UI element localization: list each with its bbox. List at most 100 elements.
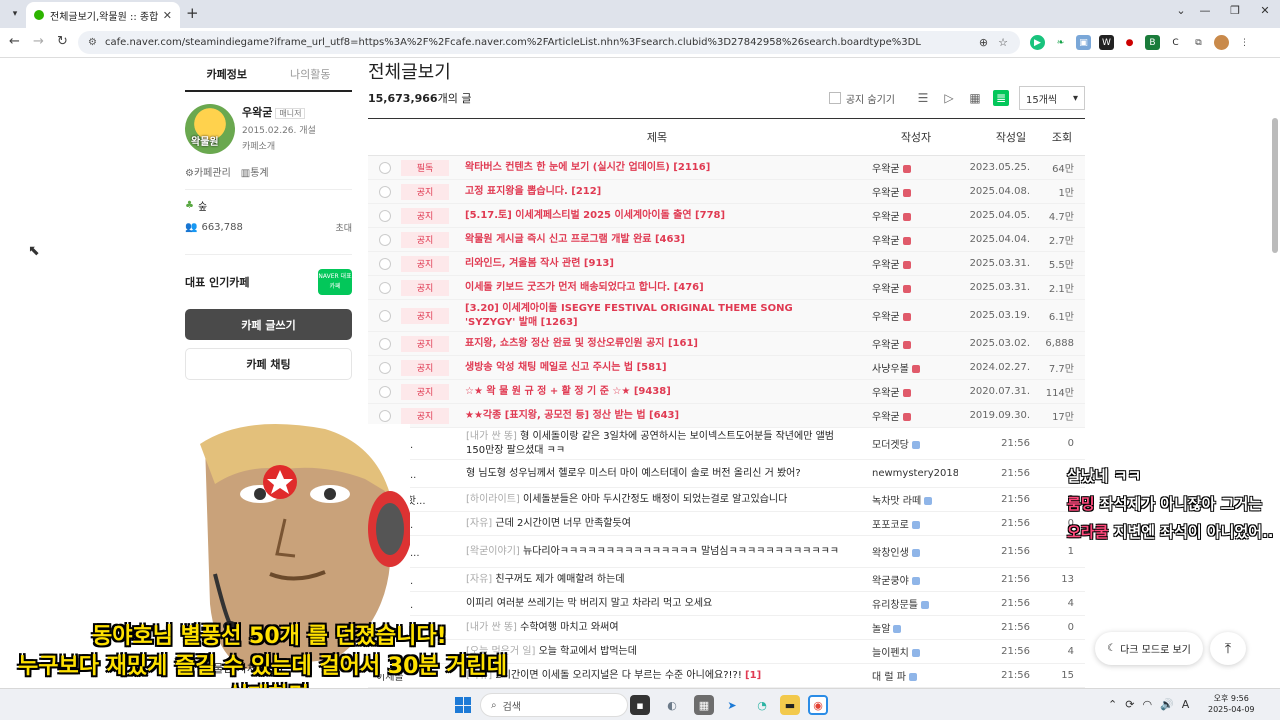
video-view-icon[interactable]: ▷ bbox=[941, 90, 957, 106]
close-icon[interactable]: ✕ bbox=[163, 9, 172, 22]
profile-avatar-icon[interactable] bbox=[1214, 35, 1229, 50]
image-extension-icon[interactable]: ▣ bbox=[1076, 35, 1091, 50]
notice-row[interactable]: 공지 ★★각종 [표지왕, 공모전 등] 정산 받는 법 [643] 우왁굳 2019… bbox=[368, 404, 1085, 428]
post-writer[interactable]: newmystery2018 bbox=[872, 468, 958, 479]
post-writer[interactable]: 놀알 bbox=[872, 620, 958, 635]
notice-row[interactable]: 공지 ☆★ 왁 물 원 규 정 + 활 정 기 준 ☆★ [9438] 우왁굳 202… bbox=[368, 380, 1085, 404]
notice-row[interactable]: 공지 이세돌 키보드 굿즈가 먼저 배송되었다고 합니다. [476] 우왁굳 202… bbox=[368, 276, 1085, 300]
address-bar[interactable]: ⚙ cafe.naver.com/steamindiegame?iframe_u… bbox=[78, 31, 1020, 54]
notice-row[interactable]: 공지 왁물원 게시글 즉시 신고 프로그램 개발 완료 [463] 우왁굳 2025.… bbox=[368, 228, 1085, 252]
post-title-link[interactable]: 이피리 여러분 쓰레기는 막 버리지 말고 차라리 먹고 오세요 bbox=[466, 597, 846, 611]
post-writer[interactable]: 우왁굳 bbox=[872, 208, 958, 223]
row-select-checkbox[interactable] bbox=[379, 409, 391, 422]
table-row[interactable]: 이세돌...[자유] 친구꺼도 제가 예매할려 하는데왁굳쿵야21:5613 bbox=[368, 568, 1085, 592]
post-writer[interactable]: 대 럴 파 bbox=[872, 668, 958, 683]
write-post-button[interactable]: 카페 글쓰기 bbox=[185, 309, 352, 340]
browser-tab[interactable]: 전체글보기,왁물원 :: 종합 거시 ✕ bbox=[26, 2, 180, 28]
notice-row[interactable]: 공지 [5.17.토] 이세계페스티벌 2025 이세계아이돌 출연 [778] 우… bbox=[368, 204, 1085, 228]
per-page-select[interactable]: 15개씩 ▾ bbox=[1019, 86, 1085, 110]
tab-my-activity[interactable]: 나의활동 bbox=[269, 66, 353, 82]
post-writer[interactable]: 우왁굳 bbox=[872, 256, 958, 271]
member-count[interactable]: 663,788 bbox=[201, 222, 242, 233]
post-title-link[interactable]: ★★각종 [표지왕, 공모전 등] 정산 받는 법 [643] bbox=[465, 409, 845, 423]
language-icon[interactable]: A bbox=[1182, 698, 1190, 711]
grid-view-icon[interactable]: ▦ bbox=[967, 90, 983, 106]
post-title-link[interactable]: [왁굳이야기] 뉴다리아ㅋㅋㅋㅋㅋㅋㅋㅋㅋㅋㅋㅋㅋㅋㅋ 말넘심ㅋㅋㅋㅋㅋㅋㅋㅋㅋ… bbox=[466, 545, 846, 559]
hide-notice-checkbox[interactable]: 공지 숨기기 bbox=[828, 91, 895, 106]
bookmark-star-icon[interactable]: ☆ bbox=[998, 36, 1008, 49]
checkbox-icon[interactable] bbox=[828, 92, 841, 104]
cafe-chat-button[interactable]: 카페 채팅 bbox=[185, 348, 352, 380]
reload-icon[interactable]: ↻ bbox=[57, 34, 68, 49]
table-row[interactable]: 왁 굳 이...[왁굳이야기] 뉴다리아ㅋㅋㅋㅋㅋㅋㅋㅋㅋㅋㅋㅋㅋㅋㅋ 말넘심ㅋ… bbox=[368, 536, 1085, 568]
post-title-link[interactable]: [자유] 2시간이면 이세돌 오리지널은 다 부르는 수준 아니에요?!?! [… bbox=[466, 669, 846, 683]
tab-search-icon[interactable]: ▾ bbox=[6, 5, 24, 23]
edge-icon[interactable]: ◔ bbox=[752, 695, 772, 715]
post-writer[interactable]: 포포코로 bbox=[872, 516, 958, 531]
back-icon[interactable]: ← bbox=[9, 34, 20, 49]
page-scrollbar[interactable] bbox=[1272, 118, 1278, 253]
badge-extension-icon[interactable]: B bbox=[1145, 35, 1160, 50]
leaf-extension-icon[interactable]: ❧ bbox=[1053, 35, 1068, 50]
cafe-name[interactable]: 우왁굳 bbox=[242, 106, 272, 119]
c-extension-icon[interactable]: C bbox=[1168, 35, 1183, 50]
notice-row[interactable]: 공지 [3.20] 이세계아이돌 ISEGYE FESTIVAL ORIGINAL… bbox=[368, 300, 1085, 332]
sticky-app-icon[interactable]: ◐ bbox=[662, 695, 682, 715]
taskbar-clock[interactable]: 오후 9:56 2025-04-09 bbox=[1208, 693, 1255, 715]
new-tab-icon[interactable]: + bbox=[186, 4, 199, 22]
row-select-checkbox[interactable] bbox=[379, 185, 391, 198]
chevron-up-icon[interactable]: ⌃ bbox=[1108, 698, 1117, 711]
notice-row[interactable]: 공지 리와인드, 겨울봄 작사 관련 [913] 우왁굳 2025.03.31. 5.5… bbox=[368, 252, 1085, 276]
zoom-icon[interactable]: ⊕ bbox=[979, 36, 988, 49]
post-writer[interactable]: 왁창인생 bbox=[872, 544, 958, 559]
post-writer[interactable]: 유리창문틀 bbox=[872, 596, 958, 611]
taskbar-search[interactable]: ⌕ 검색 bbox=[480, 693, 628, 717]
table-row[interactable]: [내가 싼 똥] 수학여행 마치고 와써여 놀알 21:56 0 bbox=[368, 616, 1085, 640]
row-select-checkbox[interactable] bbox=[379, 361, 391, 374]
post-writer[interactable]: 사냥우볼 bbox=[872, 360, 958, 375]
post-title-link[interactable]: [3.20] 이세계아이돌 ISEGYE FESTIVAL ORIGINAL T… bbox=[465, 302, 845, 330]
post-writer[interactable]: 우왁굳 bbox=[872, 336, 958, 351]
row-select-checkbox[interactable] bbox=[379, 257, 391, 270]
post-title-link[interactable]: 왁타버스 컨텐츠 한 눈에 보기 (실시간 업데이트) [2116] bbox=[465, 161, 845, 175]
post-title-link[interactable]: 이세돌 키보드 굿즈가 먼저 배송되었다고 합니다. [476] bbox=[465, 281, 845, 295]
cafe-manage-link[interactable]: ⚙카페관리 bbox=[185, 164, 231, 179]
windows-start-icon[interactable] bbox=[455, 697, 471, 713]
wd-extension-icon[interactable]: W bbox=[1099, 35, 1114, 50]
post-writer[interactable]: 늘이펜치 bbox=[872, 644, 958, 659]
volume-icon[interactable]: 🔊 bbox=[1160, 698, 1174, 711]
post-title-link[interactable]: 리와인드, 겨울봄 작사 관련 [913] bbox=[465, 257, 845, 271]
row-select-checkbox[interactable] bbox=[379, 309, 391, 322]
record-extension-icon[interactable]: ● bbox=[1122, 35, 1137, 50]
tab-cafe-info[interactable]: 카페정보 bbox=[185, 66, 269, 82]
notice-row[interactable]: 공지 고정 표지왕을 뽑습니다. [212] 우왁굳 2025.04.08. 1만 bbox=[368, 180, 1085, 204]
close-window-icon[interactable]: ✕ bbox=[1250, 4, 1280, 17]
forward-icon[interactable]: → bbox=[33, 34, 44, 49]
restore-icon[interactable]: ❐ bbox=[1220, 4, 1250, 17]
row-select-checkbox[interactable] bbox=[379, 337, 391, 350]
comment-count[interactable]: [1] bbox=[745, 670, 761, 681]
pin-app-icon[interactable]: ➤ bbox=[722, 695, 742, 715]
post-writer[interactable]: 왁굳쿵야 bbox=[872, 572, 958, 587]
chrome-icon[interactable]: ◉ bbox=[808, 695, 828, 715]
post-title-link[interactable]: [내가 싼 똥] 수학여행 마치고 와써여 bbox=[466, 621, 846, 635]
cafe-logo[interactable]: 왁물원 bbox=[185, 104, 235, 154]
post-title-link[interactable]: 왁물원 게시글 즉시 신고 프로그램 개발 완료 [463] bbox=[465, 233, 845, 247]
site-info-icon[interactable]: ⚙ bbox=[88, 37, 97, 48]
scroll-top-button[interactable]: ⤒ bbox=[1210, 632, 1246, 665]
card-view-icon[interactable]: ≣ bbox=[993, 90, 1009, 106]
table-row[interactable]: 자유게...[내가 싼 똥] 형 이세돌이랑 같은 3일차에 공연하시는 보이넥… bbox=[368, 428, 1085, 460]
invite-link[interactable]: 초대 bbox=[335, 221, 352, 234]
table-row[interactable]: 형 이거...형 님도형 성우님께서 헬로우 미스터 마이 예스터데이 솔로 버… bbox=[368, 460, 1085, 488]
puzzle-extension-icon[interactable]: ⧉ bbox=[1191, 35, 1206, 50]
post-writer[interactable]: 우왁굳 bbox=[872, 384, 958, 399]
more-menu-icon[interactable]: ⋮ bbox=[1237, 35, 1252, 50]
post-title-link[interactable]: 표지왕, 쇼츠왕 정산 완료 및 정산오류인원 공지 [161] bbox=[465, 337, 845, 351]
file-explorer-icon[interactable]: ▬ bbox=[780, 695, 800, 715]
row-select-checkbox[interactable] bbox=[379, 233, 391, 246]
notice-row[interactable]: 필독 왁타버스 컨텐츠 한 눈에 보기 (실시간 업데이트) [2116] 우왁굳 2… bbox=[368, 156, 1085, 180]
row-select-checkbox[interactable] bbox=[379, 385, 391, 398]
post-title-link[interactable]: 고정 표지왕을 뽑습니다. [212] bbox=[465, 185, 845, 199]
row-select-checkbox[interactable] bbox=[379, 209, 391, 222]
post-title-link[interactable]: [오늘 먹은거 일] 오늘 학교에서 밥먹는데 bbox=[466, 645, 846, 659]
